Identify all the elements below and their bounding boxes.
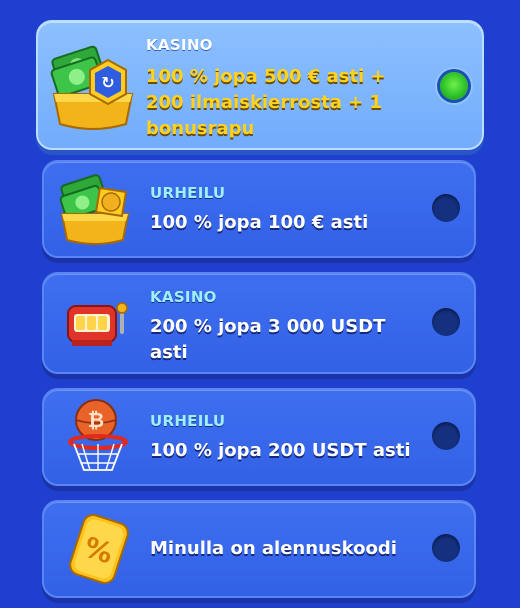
offer-title-line: 100 % jopa 100 € asti xyxy=(150,212,369,233)
offer-category-label: KASINO xyxy=(150,288,217,306)
slot-machine-icon xyxy=(64,296,130,352)
offer-title-line: 200 ilmaiskierrosta + 1 xyxy=(146,92,383,113)
offer-title: 100 % jopa 500 € asti + 200 ilmaiskierro… xyxy=(146,64,386,142)
offer-radio[interactable] xyxy=(432,308,460,336)
offer-title-line: 200 % jopa 3 000 USDT xyxy=(150,316,386,337)
offer-radio-selected[interactable] xyxy=(440,72,468,100)
offer-radio[interactable] xyxy=(432,194,460,222)
cash-chest-ball-icon xyxy=(56,170,134,250)
offer-card-kasino-2[interactable]: KASINO 200 % jopa 3 000 USDT asti xyxy=(42,272,476,374)
offer-title-line: 100 % jopa 500 € asti + xyxy=(146,66,386,87)
offer-radio[interactable] xyxy=(432,534,460,562)
offer-title: Minulla on alennuskoodi xyxy=(150,536,397,562)
offer-title-line: asti xyxy=(150,342,188,363)
offer-title-line: 100 % jopa 200 USDT asti xyxy=(150,440,411,461)
offer-title: 200 % jopa 3 000 USDT asti xyxy=(150,314,385,366)
percent-ticket-icon: % xyxy=(64,508,134,590)
offer-title-line: bonusrapu xyxy=(146,118,255,139)
offer-category-label: URHEILU xyxy=(150,184,226,202)
cash-chest-chip-icon: ↻ xyxy=(46,36,140,136)
offer-category-label: KASINO xyxy=(146,36,213,54)
svg-text:↻: ↻ xyxy=(101,73,114,92)
offer-card-urheilu-2[interactable]: ₿ URHEILU 100 % jopa 200 USDT asti xyxy=(42,388,476,486)
offer-title: 100 % jopa 100 € asti xyxy=(150,210,368,236)
offer-card-kasino-1[interactable]: ↻ KASINO 100 % jopa 500 € asti + 200 ilm… xyxy=(36,20,484,150)
offer-card-urheilu-1[interactable]: URHEILU 100 % jopa 100 € asti xyxy=(42,160,476,258)
offer-category-label: URHEILU xyxy=(150,412,226,430)
svg-text:₿: ₿ xyxy=(88,408,104,432)
offer-radio[interactable] xyxy=(432,422,460,450)
offer-title-line: Minulla on alennuskoodi xyxy=(150,538,397,559)
offer-title: 100 % jopa 200 USDT asti xyxy=(150,438,411,464)
bitcoin-basketball-icon: ₿ xyxy=(62,396,134,480)
promo-code-card[interactable]: % Minulla on alennuskoodi xyxy=(42,500,476,598)
